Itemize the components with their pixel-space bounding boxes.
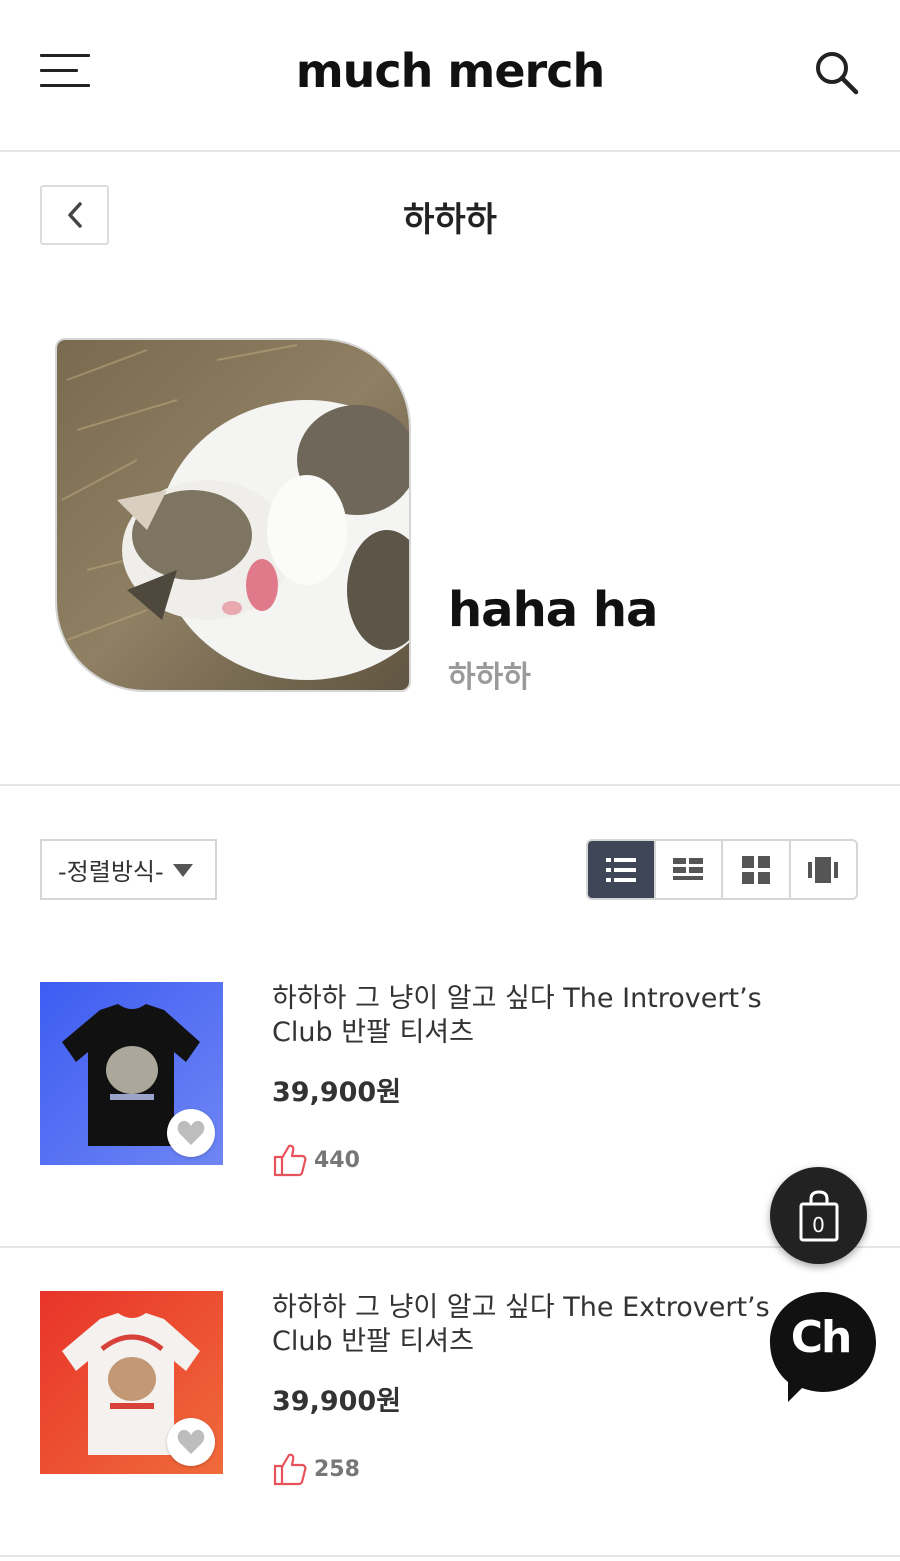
profile-subname: 하하하 — [448, 660, 531, 695]
sort-dropdown[interactable]: -정렬방식- — [40, 839, 217, 900]
product-title[interactable]: 하하하 그 냥이 알고 싶다 The Extrovert’s Club 반팔 티… — [272, 1291, 812, 1359]
product-thumbnail[interactable] — [40, 982, 223, 1165]
site-logo[interactable]: much merch — [0, 44, 900, 98]
product-price: 39,900원 — [272, 1077, 402, 1108]
product-likes[interactable]: 258 — [272, 1451, 360, 1487]
two-column-list-button[interactable] — [653, 841, 721, 898]
carousel-view-icon — [808, 856, 839, 883]
heart-icon — [177, 1429, 205, 1454]
list-view-button[interactable] — [588, 841, 654, 898]
product-divider — [0, 1555, 900, 1557]
cart-button[interactable]: 0 — [770, 1167, 867, 1264]
likes-count: 258 — [314, 1456, 360, 1482]
list-view-icon — [605, 857, 636, 882]
view-mode-switcher — [586, 839, 858, 900]
grid-view-button[interactable] — [721, 841, 789, 898]
dropdown-arrow-icon — [173, 864, 193, 877]
wishlist-heart-button[interactable] — [167, 1418, 215, 1466]
page-title: 하하하 — [403, 200, 497, 240]
profile-name: haha ha — [448, 582, 658, 638]
two-column-list-icon — [673, 857, 704, 880]
product-divider — [0, 1246, 900, 1248]
section-divider — [0, 784, 900, 786]
product-price: 39,900원 — [272, 1386, 402, 1417]
heart-icon — [177, 1120, 205, 1145]
thumbs-up-icon — [273, 1453, 307, 1486]
sort-label: -정렬방식- — [58, 858, 164, 886]
likes-count: 440 — [314, 1147, 360, 1173]
cart-count: 0 — [812, 1213, 825, 1237]
wishlist-heart-button[interactable] — [167, 1109, 215, 1157]
profile-image — [55, 338, 411, 692]
search-icon[interactable] — [812, 48, 862, 98]
top-header: much merch — [0, 0, 900, 152]
thumbs-up-icon — [273, 1144, 307, 1177]
grid-view-icon — [741, 855, 770, 884]
channel-label: Ch — [790, 1312, 853, 1363]
product-likes[interactable]: 440 — [272, 1142, 360, 1178]
product-title[interactable]: 하하하 그 냥이 알고 싶다 The Introvert’s Club 반팔 티… — [272, 982, 812, 1050]
product-thumbnail[interactable] — [40, 1291, 223, 1474]
channel-talk-button[interactable]: Ch — [768, 1290, 878, 1405]
carousel-view-button[interactable] — [788, 841, 856, 898]
